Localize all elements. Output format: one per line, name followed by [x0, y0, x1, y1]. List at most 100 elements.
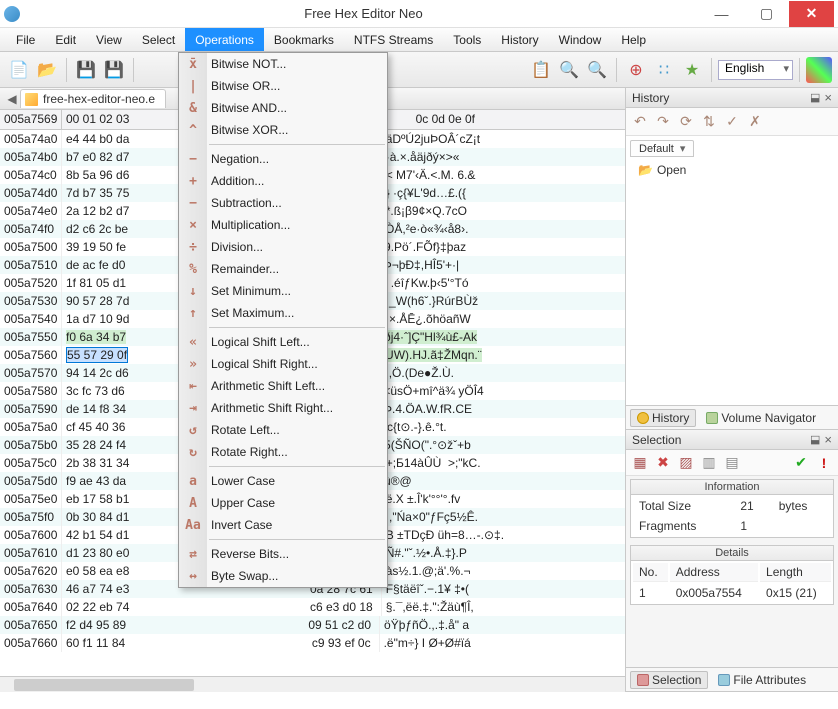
row-hex-left[interactable]: 42 b1 54 d1	[62, 526, 133, 544]
menu-item-logical-shift-right[interactable]: »Logical Shift Right...	[179, 353, 387, 375]
row-hex-left[interactable]: 1f 81 05 d1	[62, 274, 130, 292]
save-icon[interactable]: 💾	[73, 57, 99, 83]
sel-all-icon[interactable]: ▦	[630, 453, 650, 473]
menu-ntfs-streams[interactable]: NTFS Streams	[344, 28, 443, 51]
panel-close-icon[interactable]: ×	[824, 432, 832, 447]
row-hex-left[interactable]: 46 a7 74 e3	[62, 580, 133, 598]
row-hex-left[interactable]: 55 57 29 0f	[62, 346, 132, 364]
tab-volume-navigator[interactable]: Volume Navigator	[700, 410, 822, 426]
menu-item-set-minimum[interactable]: ↓Set Minimum...	[179, 280, 387, 302]
history-item[interactable]: Open	[638, 163, 834, 177]
menu-item-bitwise-not[interactable]: x̄Bitwise NOT...	[179, 53, 387, 75]
row-hex-left[interactable]: 02 22 eb 74	[62, 598, 133, 616]
pin-icon[interactable]: ⬓	[810, 433, 820, 446]
menu-operations[interactable]: Operations	[185, 28, 264, 51]
new-icon[interactable]: 📄	[6, 57, 32, 83]
menu-window[interactable]: Window	[549, 28, 612, 51]
close-button[interactable]: ✕	[789, 1, 834, 27]
language-combo[interactable]: English	[718, 60, 793, 80]
tab-selection[interactable]: Selection	[630, 671, 708, 689]
menu-item-bitwise-or[interactable]: |Bitwise OR...	[179, 75, 387, 97]
row-hex-right[interactable]: 09 51 c2 d0	[130, 616, 379, 634]
horizontal-scrollbar[interactable]	[0, 676, 625, 692]
row-hex-left[interactable]: 8b 5a 96 d6	[62, 166, 133, 184]
row-hex-left[interactable]: 7d b7 35 75	[62, 184, 133, 202]
find-icon[interactable]: 🔍	[556, 57, 582, 83]
menu-tools[interactable]: Tools	[443, 28, 491, 51]
history-save-icon[interactable]: ✓	[722, 112, 742, 132]
row-hex-left[interactable]: e0 58 ea e8	[62, 562, 133, 580]
menu-item-addition[interactable]: +Addition...	[179, 170, 387, 192]
sel-clear-icon[interactable]: ✖	[653, 453, 673, 473]
history-step-icon[interactable]: ⟳	[676, 112, 696, 132]
row-hex-left[interactable]: 60 f1 11 84	[62, 634, 129, 652]
row-hex-left[interactable]: f9 ae 43 da	[62, 472, 130, 490]
row-hex-left[interactable]: d1 23 80 e0	[62, 544, 133, 562]
save-all-icon[interactable]: 💾	[101, 57, 127, 83]
menu-item-division[interactable]: ÷Division...	[179, 236, 387, 258]
panel-close-icon[interactable]: ×	[824, 90, 832, 105]
scrollbar-thumb[interactable]	[14, 679, 194, 691]
sel-load-icon[interactable]: ▤	[722, 453, 742, 473]
pin-icon[interactable]: ⬓	[810, 91, 820, 104]
hex-row[interactable]: 005a7650f2 d4 95 8909 51 c2 d0öŸþƒñÖ.,.‡…	[0, 616, 625, 634]
bookmark-icon[interactable]: ★	[679, 57, 705, 83]
row-hex-left[interactable]: 39 19 50 fe	[62, 238, 130, 256]
tab-file-attributes[interactable]: File Attributes	[712, 672, 812, 688]
hex-row[interactable]: 005a764002 22 eb 74c6 e3 d0 18§.¯,ëë.‡."…	[0, 598, 625, 616]
row-hex-left[interactable]: 3c fc 73 d6	[62, 382, 129, 400]
menu-item-subtraction[interactable]: −Subtraction...	[179, 192, 387, 214]
menu-item-bitwise-xor[interactable]: ^Bitwise XOR...	[179, 119, 387, 141]
history-redo-icon[interactable]: ↷	[653, 112, 673, 132]
menu-item-lower-case[interactable]: aLower Case	[179, 470, 387, 492]
open-icon[interactable]: 📂	[34, 57, 60, 83]
find-next-icon[interactable]: 🔍	[584, 57, 610, 83]
history-delete-icon[interactable]: ✗	[745, 112, 765, 132]
menu-item-set-maximum[interactable]: ↑Set Maximum...	[179, 302, 387, 324]
menu-history[interactable]: History	[491, 28, 548, 51]
menu-view[interactable]: View	[86, 28, 132, 51]
sel-ok-icon[interactable]: ✔	[791, 453, 811, 473]
history-branch-icon[interactable]: ⇅	[699, 112, 719, 132]
sel-del-icon[interactable]: !	[814, 453, 834, 473]
menu-item-rotate-right[interactable]: ↻Rotate Right...	[179, 441, 387, 463]
stats-icon[interactable]: ∷	[651, 57, 677, 83]
menu-item-bitwise-and[interactable]: &Bitwise AND...	[179, 97, 387, 119]
row-hex-left[interactable]: f0 6a 34 b7	[62, 328, 130, 346]
row-hex-left[interactable]: de 14 f8 34	[62, 400, 130, 418]
row-hex-left[interactable]: de ac fe d0	[62, 256, 129, 274]
document-tab[interactable]: free-hex-editor-neo.e	[20, 89, 166, 108]
menu-item-remainder[interactable]: %Remainder...	[179, 258, 387, 280]
hex-row[interactable]: 005a766060 f1 11 84c9 93 ef 0c.ë"m÷} I Ø…	[0, 634, 625, 652]
sel-invert-icon[interactable]: ▨	[676, 453, 696, 473]
encrypt-icon[interactable]: ⊕	[623, 57, 649, 83]
row-hex-left[interactable]: e4 44 b0 da	[62, 130, 133, 148]
row-hex-left[interactable]: 90 57 28 7d	[62, 292, 133, 310]
row-hex-left[interactable]: b7 e0 82 d7	[62, 148, 133, 166]
menu-item-reverse-bits[interactable]: ⇄Reverse Bits...	[179, 543, 387, 565]
row-hex-left[interactable]: 0b 30 84 d1	[62, 508, 133, 526]
tab-prev-icon[interactable]: ◀	[4, 91, 20, 107]
menu-item-invert-case[interactable]: AaInvert Case	[179, 514, 387, 536]
tab-history[interactable]: History	[630, 409, 696, 427]
row-hex-left[interactable]: 35 28 24 f4	[62, 436, 130, 454]
minimize-button[interactable]: —	[699, 1, 744, 27]
row-hex-right[interactable]: c9 93 ef 0c	[129, 634, 378, 652]
menu-select[interactable]: Select	[132, 28, 185, 51]
paste-icon[interactable]: 📋	[528, 57, 554, 83]
menu-item-rotate-left[interactable]: ↺Rotate Left...	[179, 419, 387, 441]
row-hex-left[interactable]: 94 14 2c d6	[62, 364, 133, 382]
sel-save-icon[interactable]: ▥	[699, 453, 719, 473]
maximize-button[interactable]: ▢	[744, 1, 789, 27]
row-hex-left[interactable]: eb 17 58 b1	[62, 490, 133, 508]
menu-item-arithmetic-shift-right[interactable]: ⇥Arithmetic Shift Right...	[179, 397, 387, 419]
menu-item-logical-shift-left[interactable]: «Logical Shift Left...	[179, 331, 387, 353]
row-hex-left[interactable]: 2b 38 31 34	[62, 454, 133, 472]
menu-item-upper-case[interactable]: AUpper Case	[179, 492, 387, 514]
menu-edit[interactable]: Edit	[45, 28, 86, 51]
palette-icon[interactable]: ▦	[806, 57, 832, 83]
menu-help[interactable]: Help	[611, 28, 656, 51]
menu-item-arithmetic-shift-left[interactable]: ⇤Arithmetic Shift Left...	[179, 375, 387, 397]
menu-item-negation[interactable]: −Negation...	[179, 148, 387, 170]
row-hex-right[interactable]: c6 e3 d0 18	[133, 598, 380, 616]
